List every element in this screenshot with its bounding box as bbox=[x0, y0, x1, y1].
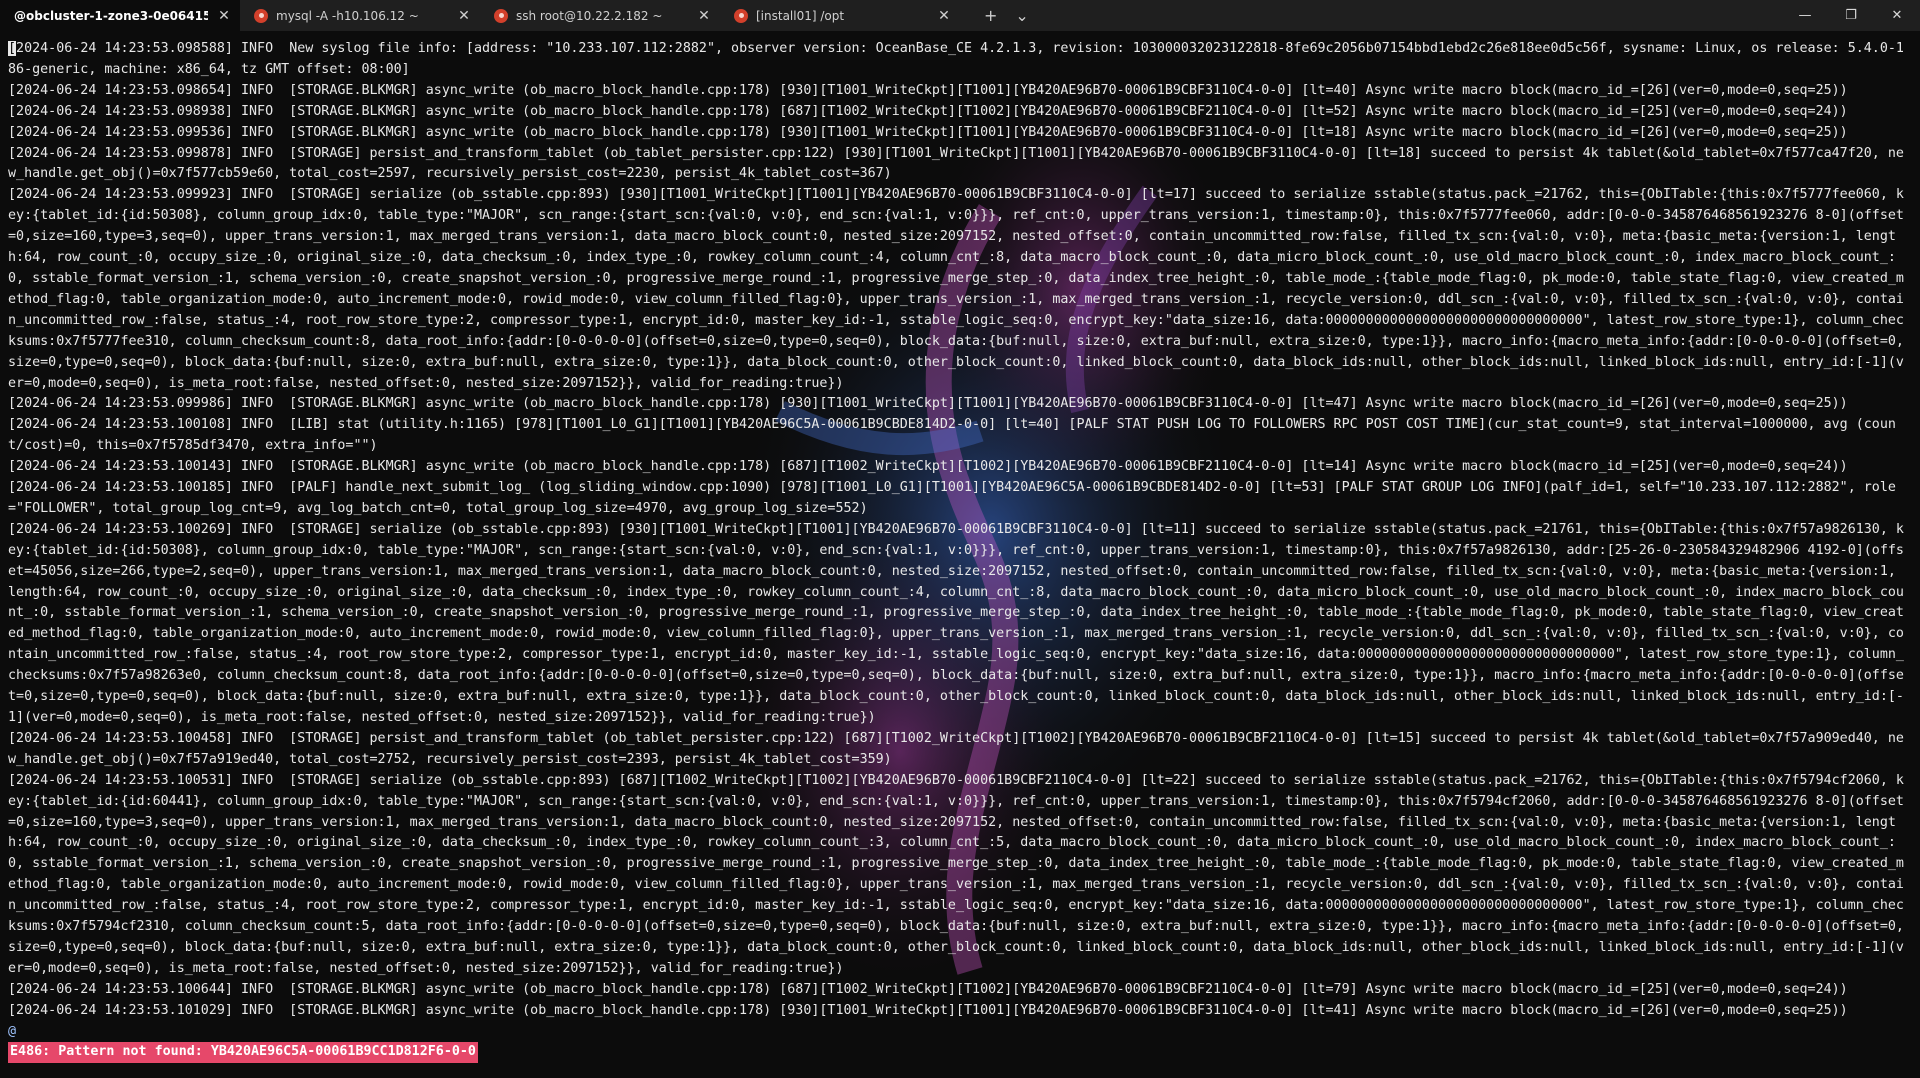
log-line: [2024-06-24 14:23:53.099536] INFO [STORA… bbox=[8, 124, 1848, 140]
terminal-body[interactable]: [2024-06-24 14:23:53.098588] INFO New sy… bbox=[0, 31, 1920, 1078]
close-icon[interactable]: ✕ bbox=[696, 8, 712, 24]
vim-prompt: @ bbox=[8, 1023, 17, 1039]
tab-dropdown-button[interactable]: ⌄ bbox=[1015, 6, 1028, 25]
close-icon[interactable]: ✕ bbox=[456, 8, 472, 24]
log-line: [2024-06-24 14:23:53.100108] INFO [LIB] … bbox=[8, 417, 1896, 454]
tab-obcluster[interactable]: @obcluster-1-zone3-0e06415d5l ✕ bbox=[0, 0, 240, 31]
tab-title: ssh root@10.22.2.182 ~ bbox=[516, 8, 663, 23]
log-line: [2024-06-24 14:23:53.098654] INFO [STORA… bbox=[8, 82, 1848, 98]
log-line: [2024-06-24 14:23:53.098938] INFO [STORA… bbox=[8, 103, 1848, 119]
tab-title: mysql -A -h10.106.12 ~ bbox=[276, 8, 419, 23]
tab-title: @obcluster-1-zone3-0e06415d5l bbox=[14, 8, 208, 23]
ubuntu-icon bbox=[734, 8, 748, 23]
terminal-output: [2024-06-24 14:23:53.098588] INFO New sy… bbox=[0, 31, 1910, 1064]
tab-actions: + ⌄ bbox=[960, 0, 1029, 31]
log-line: [2024-06-24 14:23:53.099986] INFO [STORA… bbox=[8, 396, 1848, 412]
tab-bar: @obcluster-1-zone3-0e06415d5l ✕ mysql -A… bbox=[0, 0, 1920, 31]
log-line: [2024-06-24 14:23:53.100269] INFO [STORA… bbox=[8, 521, 1904, 725]
restore-button[interactable]: ❐ bbox=[1828, 8, 1874, 23]
log-line: [2024-06-24 14:23:53.100644] INFO [STORA… bbox=[8, 981, 1848, 997]
log-line: [2024-06-24 14:23:53.099878] INFO [STORA… bbox=[8, 145, 1904, 182]
minimize-button[interactable]: — bbox=[1782, 8, 1828, 23]
error-message: E486: Pattern not found: YB420AE96C5A-00… bbox=[8, 1042, 478, 1064]
new-tab-button[interactable]: + bbox=[984, 6, 997, 25]
terminal-window: @obcluster-1-zone3-0e06415d5l ✕ mysql -A… bbox=[0, 0, 1920, 1078]
tab-install01[interactable]: [install01] /opt ✕ bbox=[720, 0, 960, 31]
ubuntu-icon bbox=[254, 8, 268, 23]
window-controls: — ❐ ✕ bbox=[1782, 0, 1920, 31]
log-line: [2024-06-24 14:23:53.100531] INFO [STORA… bbox=[8, 772, 1904, 976]
close-window-button[interactable]: ✕ bbox=[1874, 8, 1920, 23]
text-cursor: [ bbox=[8, 41, 17, 56]
ubuntu-icon bbox=[494, 8, 508, 23]
log-line: [2024-06-24 14:23:53.099923] INFO [STORA… bbox=[8, 187, 1904, 391]
log-line: [2024-06-24 14:23:53.100185] INFO [PALF]… bbox=[8, 480, 1896, 516]
log-line: [2024-06-24 14:23:53.101029] INFO [STORA… bbox=[8, 1002, 1848, 1018]
log-line: 2024-06-24 14:23:53.098588] INFO New sys… bbox=[8, 41, 1904, 77]
close-icon[interactable]: ✕ bbox=[216, 8, 232, 24]
close-icon[interactable]: ✕ bbox=[936, 8, 952, 24]
log-line: [2024-06-24 14:23:53.100458] INFO [STORA… bbox=[8, 730, 1904, 767]
tab-mysql[interactable]: mysql -A -h10.106.12 ~ ✕ bbox=[240, 0, 480, 31]
tab-title: [install01] /opt bbox=[756, 8, 845, 23]
tab-ssh[interactable]: ssh root@10.22.2.182 ~ ✕ bbox=[480, 0, 720, 31]
log-line: [2024-06-24 14:23:53.100143] INFO [STORA… bbox=[8, 459, 1848, 475]
